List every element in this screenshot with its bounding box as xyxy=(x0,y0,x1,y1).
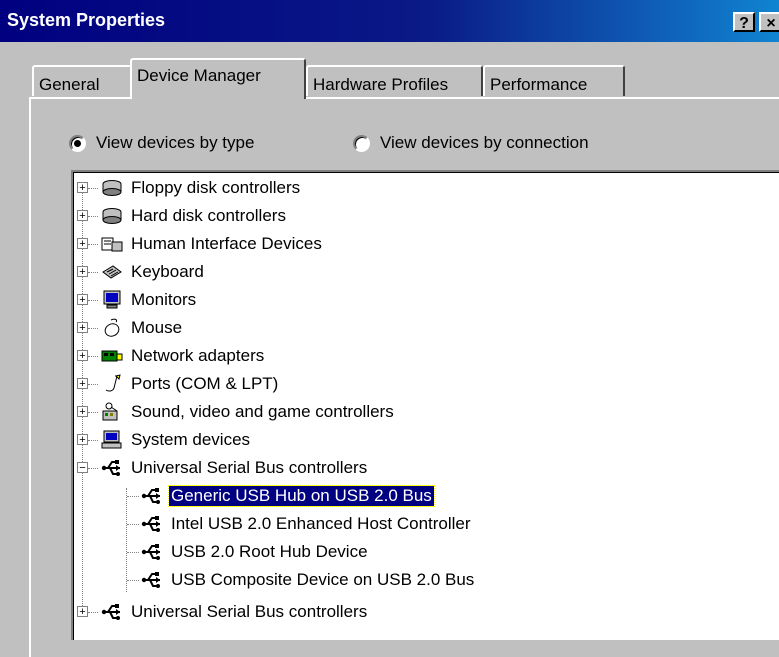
tree-item-mouse[interactable]: + Mouse xyxy=(77,315,184,341)
tree-item-label: Universal Serial Bus controllers xyxy=(131,458,368,477)
tree-line xyxy=(127,552,139,553)
tree-item-monitors[interactable]: + Monitors xyxy=(77,287,198,313)
expand-button[interactable]: + xyxy=(77,606,88,618)
tree-item-label: Intel USB 2.0 Enhanced Host Controller xyxy=(171,514,471,533)
tree-item-usb-child[interactable]: Intel USB 2.0 Enhanced Host Controller xyxy=(121,511,473,537)
tree-line xyxy=(88,384,98,385)
tree-line xyxy=(88,412,98,413)
collapse-button[interactable]: − xyxy=(77,462,88,474)
expand-button[interactable]: + xyxy=(77,322,88,334)
tree-line xyxy=(88,244,98,245)
expand-button[interactable]: + xyxy=(77,238,88,250)
sound-icon xyxy=(101,402,123,422)
tree-item-ports[interactable]: + Ports (COM & LPT) xyxy=(77,371,280,397)
tree-item-hid[interactable]: + Human Interface Devices xyxy=(77,231,324,257)
tab-performance[interactable]: Performance xyxy=(483,65,625,96)
tree-item-label: Mouse xyxy=(131,318,183,337)
tree-line xyxy=(127,580,139,581)
tree-item-label: Human Interface Devices xyxy=(131,234,322,253)
tree-item-hard-disk[interactable]: + Hard disk controllers xyxy=(77,203,288,229)
expand-button[interactable]: + xyxy=(77,434,88,446)
mouse-icon xyxy=(101,318,123,338)
tree-item-label: Sound, video and game controllers xyxy=(131,402,394,421)
tree-item-label: Hard disk controllers xyxy=(131,206,286,225)
tree-line xyxy=(88,612,98,613)
system-devices-icon xyxy=(101,430,123,450)
view-by-type-radio[interactable]: View devices by type xyxy=(69,133,254,153)
tree-item-label: Universal Serial Bus controllers xyxy=(131,602,368,621)
tree-item-network[interactable]: + Network adapters xyxy=(77,343,266,369)
help-button[interactable]: ? xyxy=(733,12,755,32)
window-title: System Properties xyxy=(7,10,166,30)
usb-icon xyxy=(141,542,163,562)
tree-item-usb-child[interactable]: USB Composite Device on USB 2.0 Bus xyxy=(121,567,476,593)
usb-icon xyxy=(141,570,163,590)
hard-disk-controller-icon xyxy=(101,206,123,226)
radio-button[interactable] xyxy=(69,134,86,152)
tree-line xyxy=(88,440,98,441)
tree-line xyxy=(127,496,139,497)
radio-dot xyxy=(74,139,81,147)
view-by-connection-radio[interactable]: View devices by connection xyxy=(353,133,589,153)
tree-item-system[interactable]: + System devices xyxy=(77,427,252,453)
tree-line xyxy=(88,328,98,329)
expand-button[interactable]: + xyxy=(77,210,88,222)
view-by-type-label: View devices by type xyxy=(96,133,255,152)
expand-button[interactable]: + xyxy=(77,350,88,362)
expand-button[interactable]: + xyxy=(77,378,88,390)
tree-item-label: Floppy disk controllers xyxy=(131,178,301,197)
monitor-icon xyxy=(101,290,123,310)
tree-line xyxy=(88,468,98,469)
tree-line xyxy=(88,188,98,189)
tab-label: Device Manager xyxy=(137,66,261,85)
tree-item-keyboard[interactable]: + Keyboard xyxy=(77,259,206,285)
tab-label: Performance xyxy=(490,75,588,94)
title-bar: System Properties ? × xyxy=(0,0,779,42)
view-by-connection-label: View devices by connection xyxy=(380,133,589,152)
tree-item-floppy[interactable]: + Floppy disk controllers xyxy=(77,175,302,201)
tree-item-label: Generic USB Hub on USB 2.0 Bus xyxy=(168,485,435,507)
tree-line xyxy=(127,524,139,525)
port-icon xyxy=(101,374,123,394)
keyboard-icon xyxy=(101,262,123,282)
network-adapter-icon xyxy=(101,346,123,366)
tree-item-label: System devices xyxy=(131,430,251,449)
usb-icon xyxy=(101,458,123,478)
expand-button[interactable]: + xyxy=(77,266,88,278)
tree-item-usb-child[interactable]: Generic USB Hub on USB 2.0 Bus xyxy=(121,483,435,509)
hid-icon xyxy=(101,234,123,254)
tab-label: Hardware Profiles xyxy=(313,75,449,94)
tree-item-label: Monitors xyxy=(131,290,197,309)
usb-icon xyxy=(141,486,163,506)
expand-button[interactable]: + xyxy=(77,406,88,418)
tree-line xyxy=(88,216,98,217)
tree-item-usb[interactable]: − Universal Serial Bus controllers xyxy=(77,455,369,481)
tab-hardware-profiles[interactable]: Hardware Profiles xyxy=(306,65,483,96)
tree-item-sound[interactable]: + Sound, video and game controllers xyxy=(77,399,396,425)
close-button[interactable]: × xyxy=(759,12,779,32)
tab-general[interactable]: General xyxy=(32,65,132,96)
tree-line xyxy=(88,300,98,301)
usb-icon xyxy=(101,602,123,622)
floppy-controller-icon xyxy=(101,178,123,198)
tab-label: General xyxy=(39,75,100,94)
tree-item-usb-child[interactable]: USB 2.0 Root Hub Device xyxy=(121,539,370,565)
tree-item-label: USB 2.0 Root Hub Device xyxy=(171,542,368,561)
tree-item-label: USB Composite Device on USB 2.0 Bus xyxy=(171,570,475,589)
tree-item-label: Ports (COM & LPT) xyxy=(131,374,279,393)
expand-button[interactable]: + xyxy=(77,294,88,306)
device-tree[interactable]: + Floppy disk controllers + Hard disk co… xyxy=(71,170,779,640)
tree-item-label: Network adapters xyxy=(131,346,265,365)
expand-button[interactable]: + xyxy=(77,182,88,194)
usb-icon xyxy=(141,514,163,534)
tree-item-usb-2[interactable]: + Universal Serial Bus controllers xyxy=(77,599,369,625)
tab-device-manager[interactable]: Device Manager xyxy=(130,58,306,99)
tree-line xyxy=(88,356,98,357)
tree-line xyxy=(88,272,98,273)
radio-button[interactable] xyxy=(353,134,370,152)
tree-item-label: Keyboard xyxy=(131,262,204,281)
